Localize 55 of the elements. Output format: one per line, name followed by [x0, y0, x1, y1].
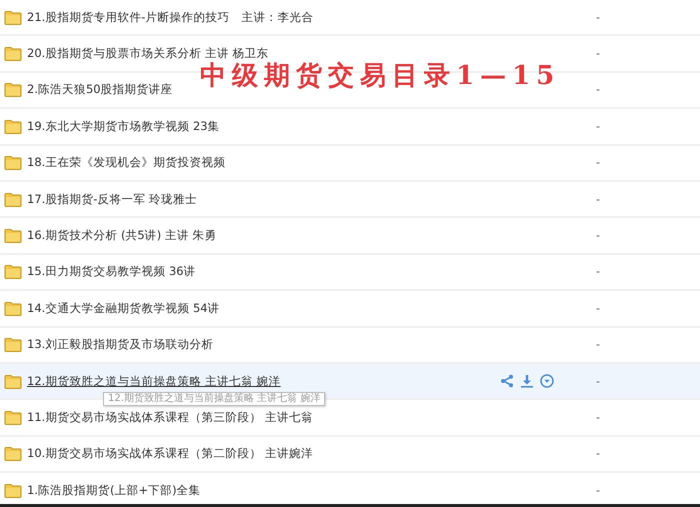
file-row[interactable]: 16.期货技术分析 (共5讲) 主讲 朱勇 - — [0, 218, 700, 255]
file-size: - — [596, 265, 600, 278]
file-row[interactable]: 10.期货交易市场实战体系课程（第二阶段） 主讲婉洋 - — [0, 436, 700, 474]
file-size: - — [596, 156, 600, 170]
folder-icon — [4, 374, 22, 389]
folder-icon — [4, 410, 22, 425]
file-name-link[interactable]: 11.期货交易市场实战体系课程（第三阶段） 主讲七翁 — [27, 410, 313, 425]
file-size: - — [596, 484, 600, 497]
file-size: - — [596, 192, 600, 206]
file-size: - — [596, 229, 600, 242]
file-size: - — [596, 120, 600, 133]
file-size: - — [596, 374, 600, 388]
file-row[interactable]: 18.王在荣《发现机会》期货投资视频 - — [0, 146, 700, 182]
file-size: - — [596, 302, 600, 315]
file-row[interactable]: 15.田力期货交易教学视频 36讲 - — [0, 254, 700, 292]
file-size: - — [596, 410, 600, 424]
file-size: - — [596, 447, 600, 460]
file-row[interactable]: 19.东北大学期货市场教学视频 23集 - — [0, 109, 700, 146]
file-name-link[interactable]: 1.陈浩股指期货(上部+下部)全集 — [27, 482, 201, 498]
folder-icon — [4, 337, 22, 352]
folder-icon — [4, 192, 22, 207]
file-name-link[interactable]: 15.田力期货交易教学视频 36讲 — [27, 264, 196, 280]
share-icon[interactable] — [500, 374, 514, 388]
file-name-link[interactable]: 21.股指期货专用软件-片断操作的技巧 主讲：李光合 — [27, 10, 314, 25]
folder-icon — [4, 264, 22, 280]
dropdown-icon[interactable] — [540, 374, 554, 388]
file-row[interactable]: 1.陈浩股指期货(上部+下部)全集 - — [0, 473, 700, 504]
folder-icon — [4, 155, 22, 170]
file-name-link[interactable]: 2.陈浩天狼50股指期货讲座 — [27, 82, 173, 98]
file-size: - — [596, 10, 600, 24]
file-size: - — [596, 47, 600, 60]
file-name-link[interactable]: 14.交通大学金融期货教学视频 54讲 — [27, 300, 220, 316]
folder-icon — [4, 82, 22, 98]
tooltip: 12.期货致胜之道与当前操盘策略 主讲七翁 婉洋 — [103, 392, 326, 406]
file-size: - — [596, 338, 600, 352]
file-name-link[interactable]: 17.股指期货-反将一军 玲珑雅士 — [27, 192, 198, 207]
folder-icon — [4, 118, 22, 134]
folder-icon — [4, 10, 22, 25]
file-row[interactable]: 21.股指期货专用软件-片断操作的技巧 主讲：李光合 - — [0, 0, 700, 36]
file-size: - — [596, 83, 600, 96]
folder-icon — [4, 446, 22, 462]
file-name-link[interactable]: 19.东北大学期货市场教学视频 23集 — [27, 118, 220, 134]
folder-icon — [4, 300, 22, 316]
file-name-link[interactable]: 12.期货致胜之道与当前操盘策略 主讲七翁 婉洋 — [27, 374, 281, 389]
file-name-link[interactable]: 13.刘正毅股指期货及市场联动分析 — [27, 337, 214, 352]
folder-icon — [4, 46, 22, 62]
file-name-link[interactable]: 20.股指期货与股票市场关系分析 主讲 杨卫东 — [27, 46, 269, 62]
file-name-link[interactable]: 18.王在荣《发现机会》期货投资视频 — [27, 155, 226, 170]
file-name-link[interactable]: 16.期货技术分析 (共5讲) 主讲 朱勇 — [27, 228, 217, 244]
file-name-link[interactable]: 10.期货交易市场实战体系课程（第二阶段） 主讲婉洋 — [27, 446, 313, 462]
file-row[interactable]: 14.交通大学金融期货教学视频 54讲 - — [0, 291, 700, 328]
folder-icon — [4, 228, 22, 244]
download-icon[interactable] — [520, 374, 534, 388]
folder-icon — [4, 482, 22, 498]
file-row[interactable]: 17.股指期货-反将一军 玲珑雅士 - — [0, 182, 700, 218]
